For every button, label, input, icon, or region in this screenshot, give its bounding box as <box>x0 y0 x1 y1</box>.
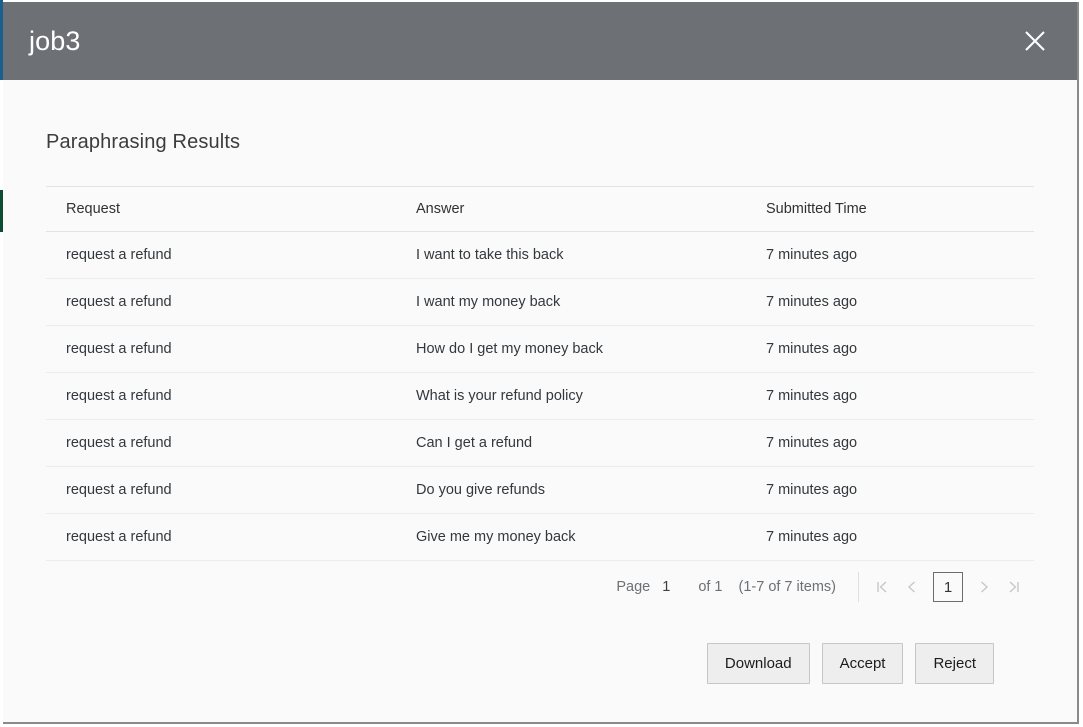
previous-page-glyph <box>905 580 919 594</box>
cell-time: 7 minutes ago <box>746 420 1034 467</box>
table-row: request a refund I want to take this bac… <box>46 232 1034 279</box>
cell-time: 7 minutes ago <box>746 467 1034 514</box>
download-button[interactable]: Download <box>707 643 810 684</box>
cell-time: 7 minutes ago <box>746 279 1034 326</box>
page-number-1-button[interactable]: 1 <box>933 572 963 602</box>
pager-page-label: Page <box>616 579 650 595</box>
first-page-icon[interactable] <box>867 572 897 602</box>
column-header-answer[interactable]: Answer <box>396 187 746 232</box>
column-header-submitted-time[interactable]: Submitted Time <box>746 187 1034 232</box>
cell-request: request a refund <box>46 373 396 420</box>
previous-page-icon[interactable] <box>897 572 927 602</box>
table-header-row: Request Answer Submitted Time <box>46 187 1034 232</box>
cell-request: request a refund <box>46 326 396 373</box>
modal-header: job3 <box>3 2 1077 80</box>
cell-request: request a refund <box>46 514 396 561</box>
first-page-glyph <box>875 580 889 594</box>
cell-time: 7 minutes ago <box>746 514 1034 561</box>
paraphrasing-results-table: Request Answer Submitted Time request a … <box>46 186 1034 561</box>
table-body: request a refund I want to take this bac… <box>46 232 1034 561</box>
page-title: Paraphrasing Results <box>46 80 1034 154</box>
cell-answer: Give me my money back <box>396 514 746 561</box>
pager-current-page-value[interactable]: 1 <box>662 579 670 595</box>
table-row: request a refund Do you give refunds 7 m… <box>46 467 1034 514</box>
close-icon[interactable] <box>1013 19 1057 63</box>
pager-item-range-label: (1-7 of 7 items) <box>739 579 837 595</box>
close-x-glyph <box>1024 30 1046 52</box>
cell-request: request a refund <box>46 467 396 514</box>
accept-button[interactable]: Accept <box>822 643 904 684</box>
table-row: request a refund What is your refund pol… <box>46 373 1034 420</box>
cell-answer: I want to take this back <box>396 232 746 279</box>
table-row: request a refund Give me my money back 7… <box>46 514 1034 561</box>
last-page-icon[interactable] <box>999 572 1029 602</box>
cell-answer: What is your refund policy <box>396 373 746 420</box>
table-row: request a refund I want my money back 7 … <box>46 279 1034 326</box>
pagination-bar: Page 1 of 1 (1-7 of 7 items) 1 <box>46 561 1034 613</box>
next-page-icon[interactable] <box>969 572 999 602</box>
modal-title: job3 <box>29 26 80 57</box>
cell-request: request a refund <box>46 420 396 467</box>
cell-answer: Do you give refunds <box>396 467 746 514</box>
modal-body: Paraphrasing Results Request Answer Subm… <box>3 80 1077 722</box>
cell-request: request a refund <box>46 232 396 279</box>
table-row: request a refund How do I get my money b… <box>46 326 1034 373</box>
cell-time: 7 minutes ago <box>746 373 1034 420</box>
next-page-glyph <box>977 580 991 594</box>
job-results-modal: job3 Paraphrasing Results Request Answer… <box>3 2 1079 724</box>
cell-request: request a refund <box>46 279 396 326</box>
reject-button[interactable]: Reject <box>915 643 994 684</box>
cell-answer: How do I get my money back <box>396 326 746 373</box>
cell-time: 7 minutes ago <box>746 326 1034 373</box>
cell-time: 7 minutes ago <box>746 232 1034 279</box>
table-header: Request Answer Submitted Time <box>46 187 1034 232</box>
last-page-glyph <box>1007 580 1021 594</box>
table-row: request a refund Can I get a refund 7 mi… <box>46 420 1034 467</box>
column-header-request[interactable]: Request <box>46 187 396 232</box>
cell-answer: I want my money back <box>396 279 746 326</box>
cell-answer: Can I get a refund <box>396 420 746 467</box>
modal-footer: Download Accept Reject <box>46 613 1034 684</box>
pager-divider <box>858 572 859 602</box>
pager-total-pages-label: of 1 <box>698 579 722 595</box>
